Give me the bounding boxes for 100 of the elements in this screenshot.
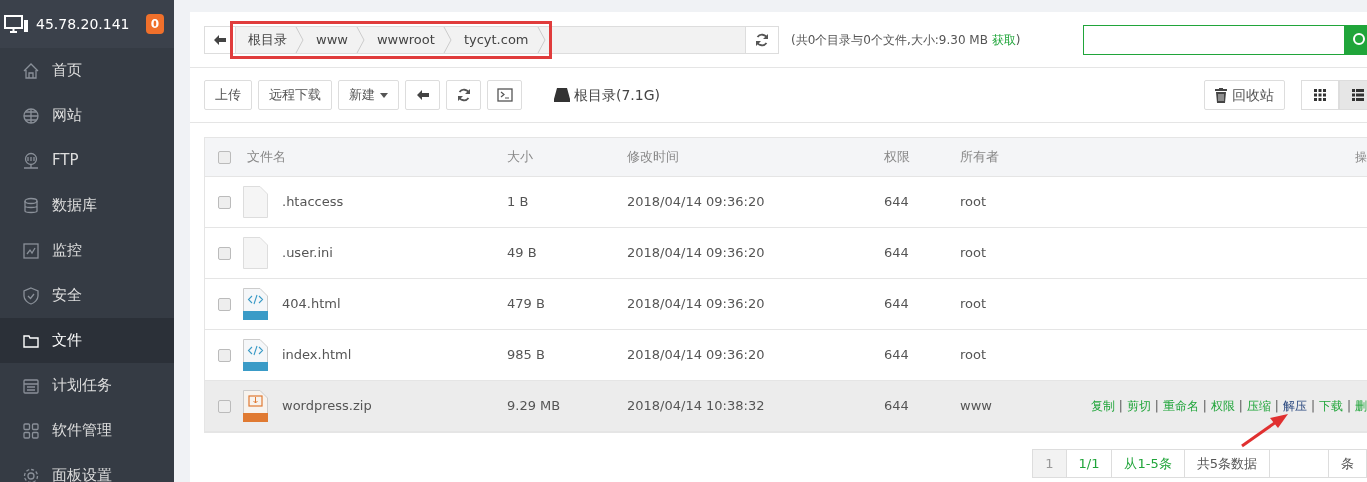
row-checkbox[interactable] (217, 348, 231, 362)
sidebar-item[interactable]: FTP (0, 138, 174, 183)
sidebar-item[interactable]: 软件管理 (0, 408, 174, 453)
grid-view-button[interactable] (1301, 80, 1339, 110)
globe-icon (22, 106, 40, 125)
separator: | (1238, 399, 1243, 413)
grid-icon (1314, 89, 1326, 101)
sidebar-item[interactable]: 安全 (0, 273, 174, 318)
select-all-checkbox[interactable] (217, 150, 231, 164)
file-name[interactable]: .htaccess (282, 192, 344, 212)
shield-icon (22, 286, 40, 305)
chevron-icon (355, 26, 365, 53)
computer-icon (4, 14, 30, 34)
owner: root (960, 295, 988, 314)
column-header: 所有者 (960, 149, 999, 165)
file-icon (243, 186, 268, 218)
html-file-icon (243, 288, 268, 320)
owner: root (960, 346, 988, 365)
search-button[interactable] (1345, 24, 1367, 55)
refresh-button[interactable] (745, 26, 778, 53)
trash-icon (1215, 87, 1227, 103)
refresh-icon (456, 88, 471, 102)
column-header: 大小 (507, 149, 533, 165)
sidebar-item[interactable]: 首页 (0, 48, 174, 93)
sidebar-item[interactable]: 面板设置 (0, 453, 174, 482)
recycle-bin-button[interactable]: 回收站 (1204, 80, 1285, 110)
row-checkbox[interactable] (217, 399, 231, 413)
sidebar-item[interactable]: 网站 (0, 93, 174, 138)
refresh-icon (755, 32, 769, 47)
column-header: 修改时间 (627, 149, 679, 165)
modified-time: 2018/04/14 10:38:32 (627, 397, 766, 416)
terminal-button[interactable] (487, 80, 522, 110)
search-icon (1351, 31, 1367, 48)
modified-time: 2018/04/14 09:36:20 (627, 295, 766, 314)
apps-icon (22, 421, 40, 440)
caret-icon (380, 92, 388, 98)
permissions: 644 (884, 295, 910, 314)
back-button[interactable] (205, 26, 236, 53)
modified-time: 2018/04/14 09:36:20 (627, 346, 766, 365)
chart-icon (22, 241, 40, 260)
breadcrumb-item[interactable]: 根目录 (236, 26, 295, 53)
owner: root (960, 193, 988, 212)
separator: | (1274, 399, 1279, 413)
file-size: 479 B (507, 295, 546, 314)
action-link[interactable]: 解压 (1282, 399, 1307, 413)
breadcrumb-item[interactable]: www (304, 26, 356, 53)
file-size: 985 B (507, 346, 546, 365)
chevron-icon (295, 26, 304, 53)
file-name[interactable]: 404.html (282, 294, 341, 314)
html-file-icon (243, 339, 268, 371)
search-field[interactable] (1083, 24, 1345, 55)
per-page-label: 条 (1328, 449, 1367, 478)
permissions: 644 (884, 244, 910, 263)
owner: root (960, 244, 988, 263)
sidebar-item[interactable]: 文件 (0, 318, 174, 363)
record-count: 共5条数据 (1183, 449, 1270, 478)
database-icon (22, 196, 40, 215)
separator: | (1154, 399, 1159, 413)
back-button[interactable] (405, 80, 440, 110)
list-view-button[interactable] (1339, 80, 1367, 110)
new-dropdown-button[interactable]: 新建 (338, 80, 399, 110)
refresh-button[interactable] (446, 80, 481, 110)
zip-file-icon (243, 390, 268, 422)
list-icon (1352, 89, 1364, 101)
server-icon (22, 151, 40, 170)
sidebar-item[interactable]: 数据库 (0, 183, 174, 228)
count-badge: 0 (145, 14, 164, 34)
file-name[interactable]: index.html (282, 345, 352, 365)
row-checkbox[interactable] (217, 297, 231, 311)
toolbar-button[interactable]: 远程下载 (258, 80, 332, 110)
column-header: 操 (1355, 150, 1367, 164)
breadcrumb-item[interactable]: wwwroot (364, 26, 443, 53)
file-size: 1 B (507, 193, 530, 212)
modified-time: 2018/04/14 09:36:20 (627, 244, 766, 263)
file-name[interactable]: wordpress.zip (282, 396, 372, 416)
sidebar-item[interactable]: 计划任务 (0, 363, 174, 408)
disk-label: 根目录(7.1G) (574, 85, 661, 105)
file-size: 9.29 MB (507, 397, 562, 416)
server-ip: 45.78.20.141 (36, 14, 131, 34)
summary-text: (共0个目录与0个文件,大小:9.30 MB 获取) (791, 31, 1021, 49)
owner: www (960, 397, 993, 416)
row-checkbox[interactable] (217, 195, 231, 209)
back-arrow-icon (214, 34, 226, 45)
terminal-icon (496, 88, 513, 102)
breadcrumb-item[interactable]: tycyt.com (451, 26, 537, 53)
permissions: 644 (884, 397, 910, 416)
chevron-icon (536, 26, 546, 53)
sidebar-item[interactable]: 监控 (0, 228, 174, 273)
separator: | (1118, 399, 1123, 413)
toolbar-button[interactable]: 上传 (204, 80, 252, 110)
separator: | (1202, 399, 1207, 413)
settings-icon (22, 466, 40, 482)
modified-time: 2018/04/14 09:36:20 (627, 193, 766, 212)
column-header: 权限 (884, 149, 910, 165)
calendar-icon (22, 376, 40, 395)
separator: | (1310, 399, 1315, 413)
row-checkbox[interactable] (217, 246, 231, 260)
permissions: 644 (884, 346, 910, 365)
file-icon (243, 237, 268, 269)
file-name[interactable]: .user.ini (282, 243, 333, 263)
